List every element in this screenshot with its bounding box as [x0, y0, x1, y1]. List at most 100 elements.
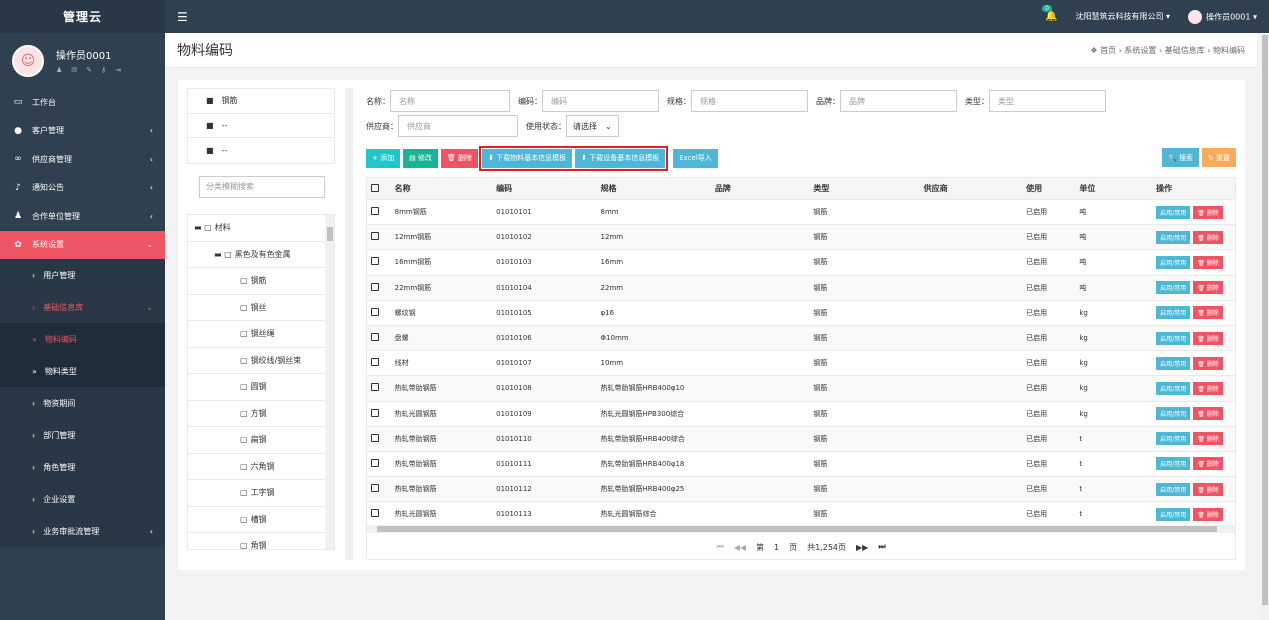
table-row[interactable]: 热轧光圆钢筋 01010109 热轧光圆钢筋HPB300综合 钢筋 已启用 kg 启用/禁用…	[367, 402, 1235, 427]
edit-icon[interactable]: ✎	[86, 66, 92, 74]
row-delete-button[interactable]: 🗑 删除	[1193, 331, 1223, 345]
col-header[interactable]: 类型	[813, 183, 923, 194]
menu-item-5[interactable]: ✿ 系统设置 ⌄	[0, 230, 165, 259]
toggle-enable-button[interactable]: 启用/禁用	[1156, 230, 1191, 244]
download-material-template-button[interactable]: ⬇ 下载物料基本信息模板	[482, 148, 573, 168]
edit-button[interactable]: ▤ 修改	[403, 148, 438, 168]
row-delete-button[interactable]: 🗑 删除	[1193, 230, 1223, 244]
table-row[interactable]: 12mm钢筋 01010102 12mm 钢筋 已启用吨启用/禁用 🗑 删除	[367, 225, 1235, 251]
col-header[interactable]: 规格	[601, 183, 715, 194]
col-header[interactable]: 名称	[395, 183, 496, 194]
mail-icon[interactable]: ✉	[71, 66, 77, 74]
brand-input[interactable]: 品牌	[840, 90, 957, 112]
row-delete-button[interactable]: 🗑 删除	[1193, 507, 1223, 521]
toggle-enable-button[interactable]: 启用/禁用	[1156, 381, 1191, 395]
table-row[interactable]: 16mm钢筋 01010103 16mm 钢筋 已启用吨启用/禁用 🗑 删除	[367, 250, 1235, 276]
tree-node[interactable]: ▢ 扁钢	[188, 427, 334, 454]
col-header[interactable]: 使用	[1026, 183, 1079, 194]
table-row[interactable]: 线材 01010107 10mm 钢筋 已启用 kg 启用/禁用 🗑 删除	[367, 351, 1235, 377]
row-delete-button[interactable]: 🗑 删除	[1193, 205, 1223, 219]
category-search-input[interactable]: 分类模糊搜索	[199, 175, 325, 198]
tree-node[interactable]: ▢ 圆钢	[188, 374, 334, 401]
row-checkbox[interactable]	[371, 509, 379, 518]
menu-item-1[interactable]: ● 客户管理 ‹	[0, 117, 165, 146]
toggle-enable-button[interactable]: 启用/禁用	[1156, 331, 1191, 345]
row-delete-button[interactable]: 🗑 删除	[1193, 381, 1223, 395]
type-input[interactable]: 类型	[989, 90, 1106, 112]
col-header[interactable]: 品牌	[715, 183, 814, 194]
company-dropdown[interactable]: 沈阳慧筑云科技有限公司 ▾	[1076, 11, 1171, 22]
col-header[interactable]: 操作	[1156, 183, 1235, 194]
toggle-enable-button[interactable]: 启用/禁用	[1156, 432, 1191, 446]
row-checkbox[interactable]	[371, 282, 379, 291]
filter-item[interactable]: ■ --	[188, 114, 334, 138]
tree-node[interactable]: ▢ 六角钢	[188, 454, 334, 480]
col-header[interactable]: 单位	[1079, 183, 1156, 194]
tree-scrollbar[interactable]	[325, 215, 334, 549]
delete-button[interactable]: 🗑 删除	[440, 148, 479, 168]
toggle-enable-button[interactable]: 启用/禁用	[1156, 255, 1191, 269]
user-dropdown[interactable]: 操作员0001 ▾	[1188, 9, 1257, 24]
row-checkbox[interactable]	[371, 257, 379, 266]
row-checkbox[interactable]	[371, 358, 379, 367]
row-checkbox[interactable]	[371, 484, 379, 493]
row-delete-button[interactable]: 🗑 删除	[1193, 432, 1223, 446]
col-header[interactable]: 编码	[496, 183, 600, 194]
table-h-scroll-thumb[interactable]	[377, 526, 1217, 532]
category-panel-scrollbar[interactable]	[345, 88, 353, 560]
toggle-enable-button[interactable]: 启用/禁用	[1156, 407, 1191, 421]
status-select[interactable]: 请选择 ⌄	[566, 115, 619, 137]
row-checkbox[interactable]	[371, 458, 379, 467]
tree-scroll-thumb[interactable]	[327, 227, 333, 241]
supplier-input[interactable]: 供应商	[398, 115, 518, 137]
toggle-enable-button[interactable]: 启用/禁用	[1156, 507, 1191, 521]
add-button[interactable]: + 添加	[366, 148, 401, 168]
avatar[interactable]: ☺	[12, 44, 44, 77]
profile-name[interactable]: 操作员0001	[56, 47, 121, 62]
row-delete-button[interactable]: 🗑 删除	[1193, 356, 1223, 370]
table-row[interactable]: 热轧带肋钢筋 01010110 热轧带肋钢筋HRB400综合 钢筋 已启用 t 启用/禁用 🗑…	[367, 426, 1235, 452]
table-row[interactable]: 22mm钢筋 01010104 22mm 钢筋 已启用吨启用/禁用 🗑 删除	[367, 275, 1235, 301]
row-checkbox[interactable]	[371, 383, 379, 392]
page-scrollbar[interactable]	[1261, 33, 1269, 620]
menu-item-3[interactable]: ♪ 通知公告 ‹	[0, 174, 165, 203]
row-delete-button[interactable]: 🗑 删除	[1193, 457, 1223, 471]
row-delete-button[interactable]: 🗑 删除	[1193, 281, 1223, 295]
toggle-enable-button[interactable]: 启用/禁用	[1156, 482, 1191, 496]
table-h-scrollbar[interactable]	[367, 525, 1235, 533]
first-page-button[interactable]: ⏮	[716, 542, 723, 552]
select-all-checkbox[interactable]	[371, 183, 379, 192]
logout-icon[interactable]: ⇥	[115, 66, 121, 74]
submenu2-item-0[interactable]: › 物资期间	[0, 387, 165, 419]
subsub-item-0[interactable]: » 物料编码	[0, 323, 165, 355]
page-input[interactable]: 1	[774, 543, 779, 552]
search-button[interactable]: 🔍 搜索	[1161, 148, 1199, 167]
submenu2-item-1[interactable]: › 部门管理	[0, 419, 165, 451]
row-checkbox[interactable]	[371, 307, 379, 316]
last-page-button[interactable]: ⏭	[878, 542, 885, 552]
hamburger-icon[interactable]: ☰	[177, 10, 188, 24]
subsub-item-1[interactable]: » 物料类型	[0, 355, 165, 387]
toggle-enable-button[interactable]: 启用/禁用	[1156, 457, 1191, 471]
col-header[interactable]: 供应商	[924, 183, 1026, 194]
table-row[interactable]: 螺纹钢 01010105 φ16 钢筋 已启用 kg 启用/禁用 🗑 删除	[367, 301, 1235, 326]
toggle-enable-button[interactable]: 启用/禁用	[1156, 306, 1191, 320]
tree-node[interactable]: ▢ 槽钢	[188, 507, 334, 533]
name-input[interactable]: 名称	[390, 90, 510, 112]
row-checkbox[interactable]	[371, 207, 379, 216]
toggle-enable-button[interactable]: 启用/禁用	[1156, 281, 1191, 295]
filter-item[interactable]: ■ 钢筋	[188, 89, 334, 114]
reset-button[interactable]: ↻ 重置	[1201, 148, 1236, 167]
key-icon[interactable]: ⚷	[101, 66, 106, 74]
table-row[interactable]: 热轧光圆钢筋 01010113 热轧光圆钢筋综合 钢筋 已启用 t 启用/禁用 🗑 删除	[367, 502, 1235, 528]
prev-page-button[interactable]: ◀◀	[734, 543, 746, 552]
table-row[interactable]: 热轧带肋钢筋 01010111 热轧带肋钢筋HRB400φ18 钢筋 已启用 t 启用/禁用…	[367, 452, 1235, 478]
next-page-button[interactable]: ▶▶	[856, 543, 868, 552]
table-row[interactable]: 热轧带肋钢筋 01010112 热轧带肋钢筋HRB400φ25 钢筋 已启用 t 启用/禁用…	[367, 477, 1235, 503]
download-equipment-template-button[interactable]: ⬇ 下载设备基本信息模板	[575, 148, 666, 168]
tree-node[interactable]: ▢ 角钢	[188, 533, 334, 549]
row-checkbox[interactable]	[371, 433, 379, 442]
tree-node[interactable]: ▬ ▢ 黑色及有色金属	[188, 242, 334, 268]
page-scroll-thumb[interactable]	[1262, 35, 1268, 605]
excel-import-button[interactable]: Excel导入	[673, 148, 718, 168]
